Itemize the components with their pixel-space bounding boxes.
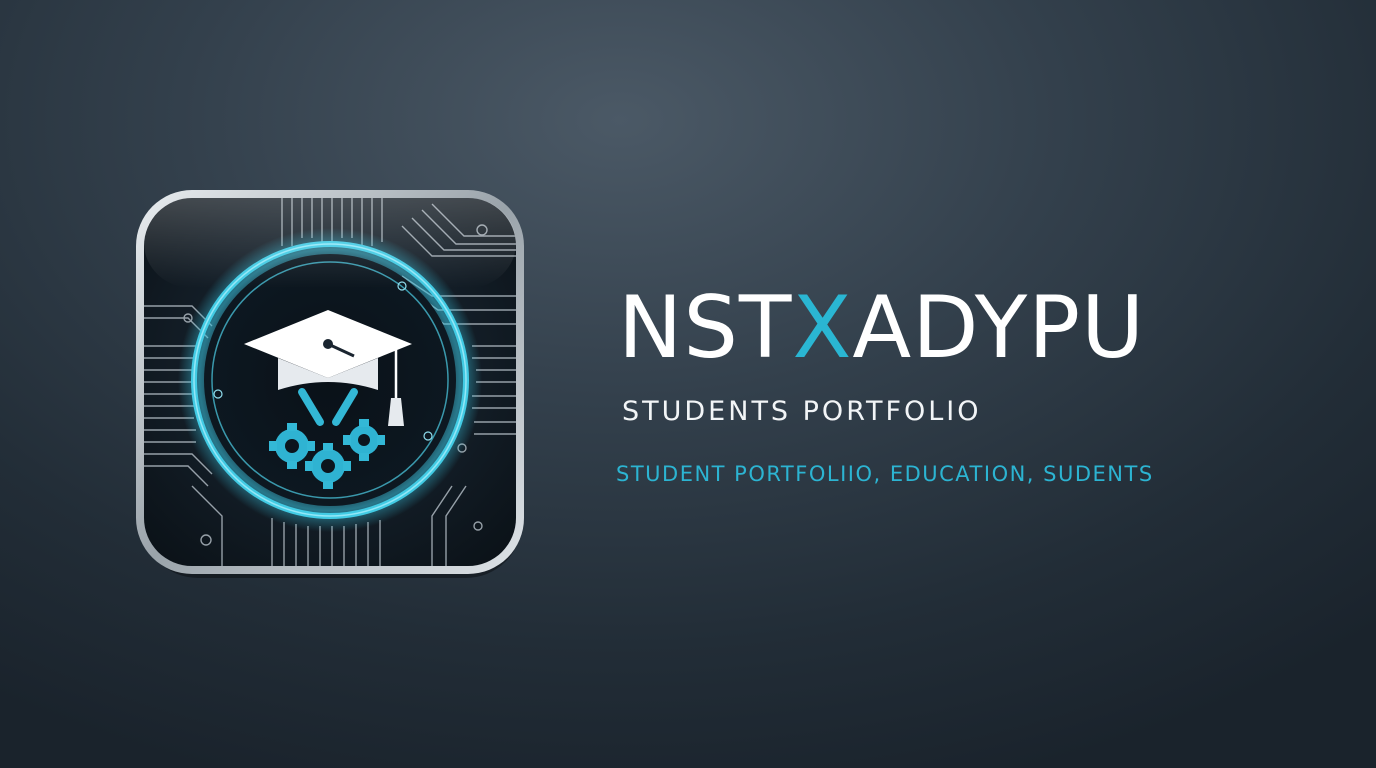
brand-title: NSTXADYPU [618,278,1145,378]
graduation-cap-icon [136,190,524,578]
brand-title-part1: NST [618,278,793,378]
brand-title-part2: ADYPU [852,278,1146,378]
tagline: STUDENT PORTFOLIIO, EDUCATION, SUDENTS [616,462,1154,486]
app-logo [132,186,528,578]
subtitle: STUDENTS PORTFOLIO [622,396,982,427]
banner: NSTXADYPU STUDENTS PORTFOLIO STUDENT POR… [0,0,1376,768]
brand-title-accent: X [792,278,853,378]
